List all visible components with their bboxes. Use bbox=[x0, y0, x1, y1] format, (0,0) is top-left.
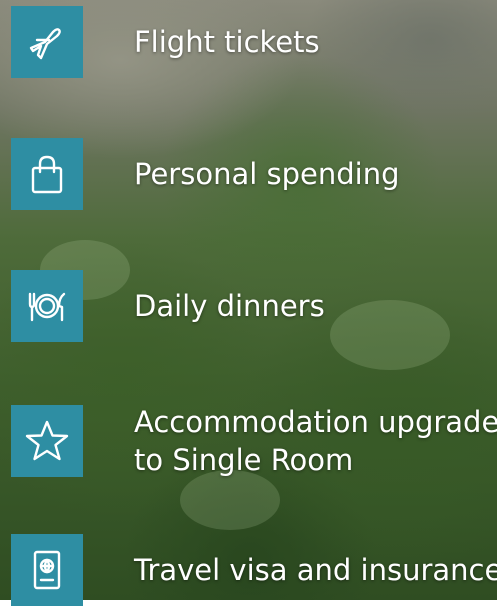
item-label: Travel visa and insurance bbox=[134, 553, 497, 587]
passport-icon bbox=[33, 550, 61, 590]
airplane-tile bbox=[11, 6, 83, 78]
star-tile bbox=[11, 405, 83, 477]
list-item-daily-dinners: Daily dinners bbox=[11, 270, 325, 342]
foliage-highlight bbox=[180, 470, 280, 530]
plate-cutlery-icon bbox=[28, 292, 66, 322]
item-label-line1: Accommodation upgrade bbox=[134, 405, 497, 439]
list-item-flight-tickets: Flight tickets bbox=[11, 6, 320, 78]
list-item-accommodation-upgrade: Accommodation upgrade to Single Room bbox=[11, 403, 497, 479]
item-label: Personal spending bbox=[134, 157, 400, 191]
passport-tile bbox=[11, 534, 83, 606]
airplane-icon bbox=[29, 28, 61, 60]
item-label: Flight tickets bbox=[134, 25, 320, 59]
item-label: Accommodation upgrade to Single Room bbox=[134, 403, 497, 479]
item-label-line2: to Single Room bbox=[134, 443, 354, 477]
list-item-personal-spending: Personal spending bbox=[11, 138, 400, 210]
list-item-travel-visa: Travel visa and insurance bbox=[11, 534, 497, 606]
foliage-highlight bbox=[330, 300, 450, 370]
shopping-bag-tile bbox=[11, 138, 83, 210]
star-icon bbox=[25, 420, 69, 461]
plate-cutlery-tile bbox=[11, 270, 83, 342]
item-label: Daily dinners bbox=[134, 289, 325, 323]
shopping-bag-icon bbox=[31, 155, 63, 194]
